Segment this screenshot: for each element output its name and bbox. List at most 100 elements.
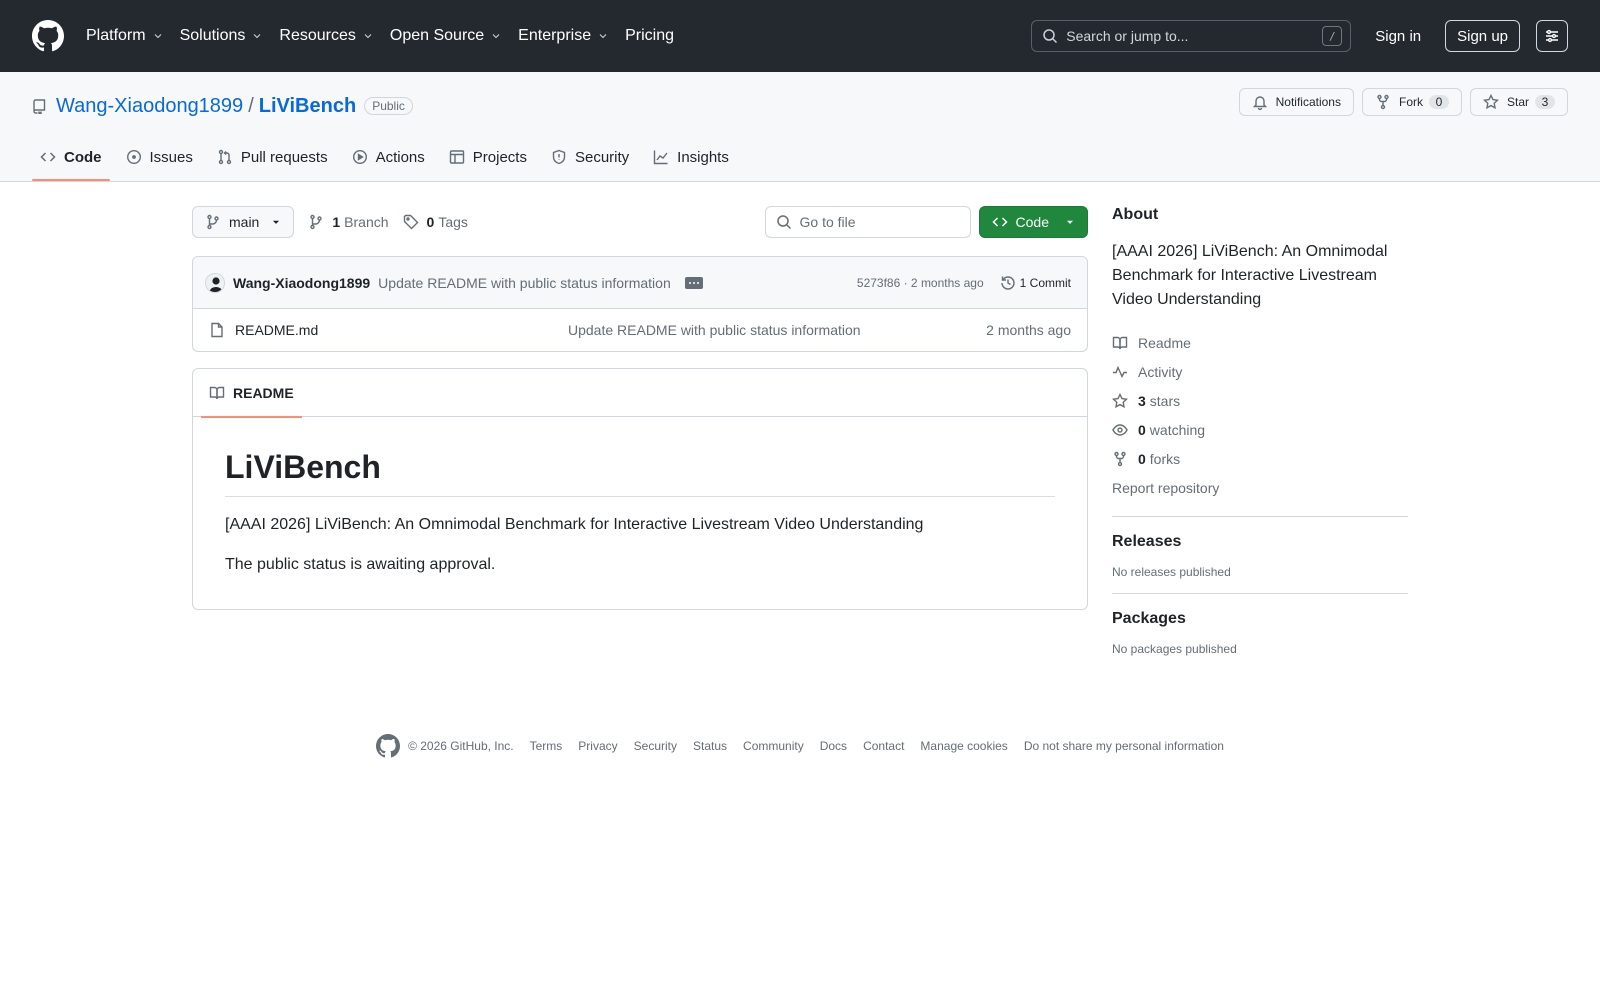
table-icon [449,150,464,164]
file-navigation: main 1 Branch 0 Tags Go to file Code [192,206,1088,238]
global-search-input[interactable]: Search or jump to... / [1031,20,1352,52]
file-age: 2 months ago [986,322,1071,338]
footer-copyright: © 2026 GitHub, Inc. [408,739,514,753]
about-description: [AAAI 2026] LiViBench: An Omnimodal Benc… [1112,243,1388,308]
commit-hash-time[interactable]: 5273f86 · 2 months ago [857,276,984,290]
readme-link[interactable]: Readme [1112,328,1408,357]
branches-link[interactable]: 1 Branch [308,214,389,230]
footer-link-terms[interactable]: Terms [530,739,563,753]
footer-link-do-not-share[interactable]: Do not share my personal information [1024,739,1224,753]
tab-code[interactable]: Code [32,133,110,181]
branch-selector-button[interactable]: main [192,206,295,238]
tab-readme[interactable]: README [201,369,302,418]
stars-link[interactable]: 3 stars [1112,386,1408,415]
chevron-down-icon [599,34,607,39]
footer-link-privacy[interactable]: Privacy [578,739,617,753]
footer-link-status[interactable]: Status [693,739,727,753]
repo-path-separator: / [248,94,254,117]
footer-link-manage-cookies[interactable]: Manage cookies [920,739,1007,753]
repo-tabs: Code Issues Pull requests Actions Projec… [32,133,745,181]
sliders-icon [1546,29,1558,43]
releases-empty: No releases published [1112,565,1231,579]
readme-paragraph: [AAAI 2026] LiViBench: An Omnimodal Benc… [225,516,924,533]
notifications-label: Notifications [1275,95,1341,109]
sign-up-button[interactable]: Sign up [1445,20,1520,52]
nav-resources-label: Resources [279,27,356,44]
tab-actions[interactable]: Actions [344,133,433,181]
report-repository-link[interactable]: Report repository [1112,473,1408,502]
fork-button[interactable]: Fork 0 [1361,88,1462,116]
github-mark-icon[interactable] [376,734,401,758]
forks-label: forks [1149,450,1181,467]
readme-panel: README LiViBench [AAAI 2026] LiViBench: … [192,368,1088,610]
tab-insights[interactable]: Insights [645,133,737,181]
expand-commit-button[interactable] [684,276,703,289]
branch-count: 1 [332,214,341,230]
code-dropdown-button[interactable]: Code [978,206,1088,238]
nav-solutions-label: Solutions [179,27,246,44]
footer-link-contact[interactable]: Contact [863,739,904,753]
tag-icon [403,214,419,230]
nav-open-source-label: Open Source [389,27,485,44]
menu-toggle-button[interactable] [1536,20,1568,52]
chevron-down-icon [254,34,261,39]
go-to-file-placeholder: Go to file [799,214,856,230]
forks-count: 0 [1138,450,1146,467]
nav-platform[interactable]: Platform [86,27,164,45]
forks-link[interactable]: 0 forks [1112,444,1408,473]
avatar[interactable] [205,272,225,293]
commits-history-link[interactable]: 1 Commit [1000,275,1071,291]
sidebar-divider [1112,593,1408,594]
readme-link-label: Readme [1138,334,1191,351]
tab-issues[interactable]: Issues [118,133,201,181]
nav-resources[interactable]: Resources [279,27,373,45]
footer-link-community[interactable]: Community [743,739,804,753]
activity-link[interactable]: Activity [1112,357,1408,386]
watchers-link[interactable]: 0 watching [1112,415,1408,444]
footer-link-security[interactable]: Security [634,739,677,753]
github-logo-icon[interactable] [32,20,64,52]
search-shortcut-key: / [1322,26,1343,46]
file-name[interactable]: README.md [235,322,568,338]
sign-in-link[interactable]: Sign in [1375,28,1421,45]
notifications-button[interactable]: Notifications [1238,88,1354,116]
about-list: Readme Activity 3 stars 0 watching 0 for… [1112,328,1408,473]
nav-solutions[interactable]: Solutions [180,27,264,45]
readme-paragraph: The public status is awaiting approval. [225,556,496,573]
commit-message[interactable]: Update README with public status informa… [378,275,671,291]
repo-owner-link[interactable]: Wang-Xiaodong1899 [56,95,243,118]
visibility-badge: Public [364,97,413,115]
star-button[interactable]: Star 3 [1469,88,1568,116]
readme-content: LiViBench [AAAI 2026] LiViBench: An Omni… [193,417,1087,609]
tags-link[interactable]: 0 Tags [403,214,468,230]
star-icon [1112,392,1128,408]
fork-icon [1114,451,1126,466]
chevron-down-icon [154,34,161,39]
star-count: 3 [1535,95,1555,109]
nav-pricing-label: Pricing [625,27,674,44]
nav-open-source[interactable]: Open Source [390,27,502,45]
file-commit-message[interactable]: Update README with public status informa… [568,322,986,338]
commit-author[interactable]: Wang-Xiaodong1899 [233,275,370,291]
about-title: About [1112,206,1159,223]
branch-icon [310,214,323,230]
repo-name-link[interactable]: LiViBench [259,95,356,118]
readme-title: LiViBench [225,449,1055,497]
nav-pricing[interactable]: Pricing [625,27,674,45]
footer-link-docs[interactable]: Docs [820,739,847,753]
tab-projects[interactable]: Projects [441,133,535,181]
tab-insights-label: Insights [677,148,729,166]
pulse-icon [1113,365,1127,378]
table-row[interactable]: README.md Update README with public stat… [193,309,1087,351]
tab-pull-requests[interactable]: Pull requests [209,133,336,181]
caret-down-icon [1066,220,1074,224]
tab-security[interactable]: Security [543,133,637,181]
packages-title[interactable]: Packages [1112,610,1408,628]
fork-count: 0 [1428,95,1449,109]
watching-label: watching [1149,421,1206,438]
go-to-file-input[interactable]: Go to file [764,206,971,238]
nav-enterprise[interactable]: Enterprise [518,27,609,45]
chevron-down-icon [364,34,372,39]
header-actions: Search or jump to... / Sign in Sign up [1031,20,1568,52]
releases-title[interactable]: Releases [1112,533,1408,551]
